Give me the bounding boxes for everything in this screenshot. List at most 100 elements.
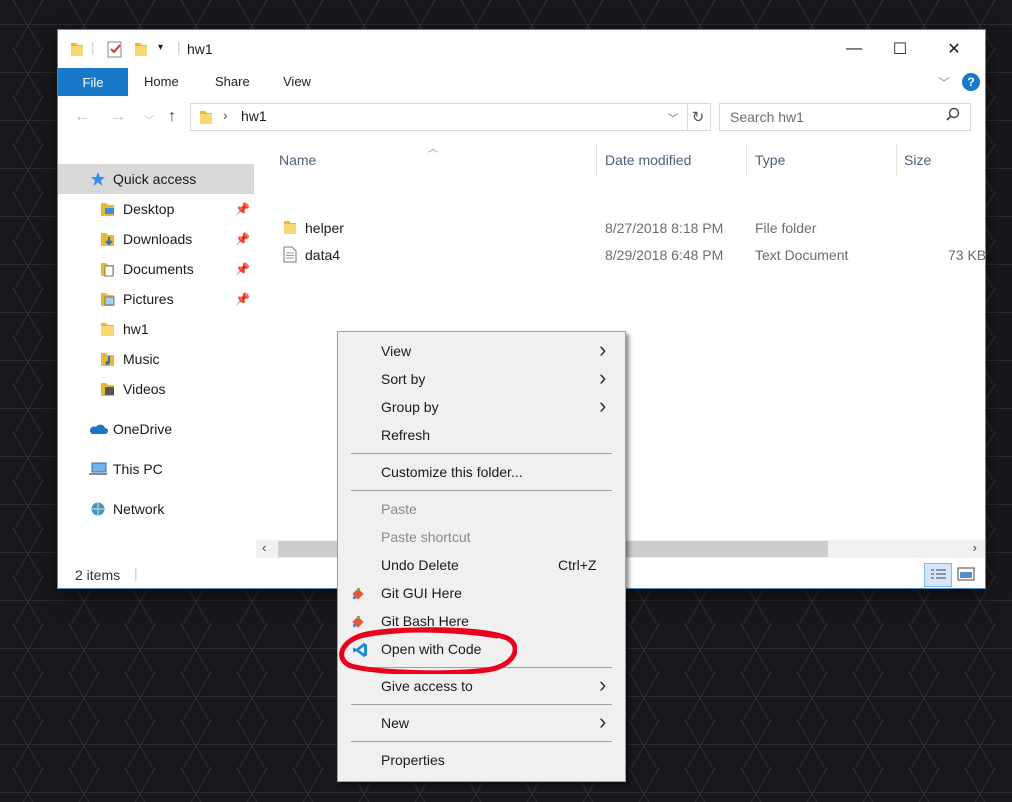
- submenu-arrow-icon: ›: [599, 337, 607, 362]
- menu-item-view[interactable]: View ›: [338, 338, 625, 366]
- file-date: 8/29/2018 6:48 PM: [605, 247, 724, 263]
- expand-ribbon-icon[interactable]: ﹀: [938, 74, 950, 91]
- sidebar-item-videos[interactable]: Videos: [58, 374, 254, 404]
- folder-icon: [70, 41, 84, 60]
- minimize-button[interactable]: —: [831, 30, 877, 68]
- menu-item-customize[interactable]: Customize this folder...: [338, 459, 625, 487]
- search-icon[interactable]: [946, 107, 960, 124]
- sidebar-item-onedrive[interactable]: OneDrive: [58, 414, 254, 444]
- quick-access-dropdown-icon[interactable]: ▾: [158, 42, 163, 53]
- up-arrow-icon[interactable]: ↑: [168, 108, 176, 126]
- pin-icon[interactable]: 📌: [235, 292, 250, 306]
- sidebar-item-desktop[interactable]: Desktop 📌: [58, 194, 254, 224]
- title-bar[interactable]: | ▾ | hw1 — ☐ ✕: [58, 30, 985, 68]
- sidebar-item-hw1[interactable]: hw1: [58, 314, 254, 344]
- menu-item-label: Sort by: [381, 371, 426, 387]
- scroll-right-icon[interactable]: ›: [973, 540, 977, 555]
- maximize-button[interactable]: ☐: [877, 30, 923, 68]
- sidebar-item-pictures[interactable]: Pictures 📌: [58, 284, 254, 314]
- large-icons-view-icon: [957, 567, 975, 581]
- sidebar-item-label: Quick access: [113, 171, 197, 187]
- separator: |: [91, 39, 95, 55]
- breadcrumb-hw1[interactable]: hw1: [241, 108, 267, 124]
- separator: |: [177, 39, 181, 55]
- breadcrumb-chevron-icon[interactable]: ›: [223, 107, 228, 123]
- menu-separator: [351, 741, 612, 742]
- forward-arrow-icon[interactable]: →: [110, 108, 126, 126]
- sidebar-item-documents[interactable]: Documents 📌: [58, 254, 254, 284]
- context-menu: View › Sort by › Group by › Refresh Customi…: [337, 331, 626, 782]
- column-divider[interactable]: [896, 143, 897, 177]
- scroll-left-icon[interactable]: ‹: [262, 540, 266, 555]
- address-bar[interactable]: › hw1 ﹀: [190, 103, 688, 131]
- menu-item-properties[interactable]: Properties: [338, 747, 625, 775]
- tab-file[interactable]: File: [58, 68, 128, 96]
- column-header-size[interactable]: Size: [904, 152, 931, 168]
- sidebar-item-label: Documents: [123, 261, 194, 277]
- address-dropdown-icon[interactable]: ﹀: [668, 110, 678, 125]
- tab-home[interactable]: Home: [144, 74, 179, 89]
- menu-separator: [351, 490, 612, 491]
- pin-icon[interactable]: 📌: [235, 202, 250, 216]
- sidebar-item-network[interactable]: Network: [58, 494, 254, 524]
- folder-icon: [199, 109, 213, 128]
- menu-item-refresh[interactable]: Refresh: [338, 422, 625, 450]
- maximize-icon: ☐: [892, 41, 908, 58]
- sidebar-item-this-pc[interactable]: This PC: [58, 454, 254, 484]
- column-divider[interactable]: [596, 143, 597, 177]
- folder-icon: [283, 219, 297, 238]
- pin-icon[interactable]: 📌: [235, 232, 250, 246]
- sort-ascending-icon: ︿: [428, 144, 438, 155]
- pictures-folder-icon: [100, 291, 116, 307]
- menu-item-sort-by[interactable]: Sort by ›: [338, 366, 625, 394]
- menu-item-new[interactable]: New ›: [338, 710, 625, 738]
- menu-item-give-access[interactable]: Give access to ›: [338, 673, 625, 701]
- new-folder-icon[interactable]: [134, 41, 148, 60]
- menu-item-undo-delete[interactable]: Undo Delete Ctrl+Z: [338, 552, 625, 580]
- column-divider[interactable]: [746, 143, 747, 177]
- submenu-arrow-icon: ›: [599, 365, 607, 390]
- tab-share[interactable]: Share: [215, 74, 250, 89]
- menu-item-label: View: [381, 343, 412, 359]
- column-header-date[interactable]: Date modified: [605, 152, 691, 168]
- menu-item-paste[interactable]: Paste: [338, 496, 625, 524]
- menu-item-paste-shortcut[interactable]: Paste shortcut: [338, 524, 625, 552]
- column-header-name[interactable]: Name: [279, 152, 316, 168]
- table-row[interactable]: helper 8/27/2018 8:18 PM File folder: [256, 216, 985, 243]
- sidebar-item-downloads[interactable]: Downloads 📌: [58, 224, 254, 254]
- menu-item-group-by[interactable]: Group by ›: [338, 394, 625, 422]
- refresh-button[interactable]: ↻: [686, 103, 711, 131]
- help-button[interactable]: ?: [962, 73, 980, 91]
- sidebar-item-label: This PC: [113, 461, 163, 477]
- search-box[interactable]: Search hw1: [719, 103, 971, 131]
- menu-item-label: New: [381, 715, 410, 731]
- refresh-icon: ↻: [691, 109, 705, 126]
- menu-item-label: Git GUI Here: [381, 585, 462, 601]
- sidebar-item-quick-access[interactable]: Quick access: [58, 164, 254, 194]
- menu-item-label: Give access to: [381, 678, 473, 694]
- menu-item-label: Refresh: [381, 427, 431, 443]
- back-arrow-icon[interactable]: ←: [74, 108, 90, 126]
- star-icon: [90, 171, 106, 187]
- properties-icon[interactable]: [107, 40, 123, 61]
- sidebar-item-label: Network: [113, 501, 165, 517]
- tab-view[interactable]: View: [283, 74, 311, 89]
- details-view-button[interactable]: [924, 563, 952, 587]
- large-icons-view-button[interactable]: [954, 563, 978, 585]
- menu-item-git-gui[interactable]: Git GUI Here: [338, 580, 625, 608]
- search-input[interactable]: Search hw1: [730, 109, 804, 125]
- table-row[interactable]: data4 8/29/2018 6:48 PM Text Document 73…: [256, 243, 985, 270]
- close-icon: ✕: [947, 41, 961, 58]
- videos-folder-icon: [100, 381, 116, 397]
- details-view-icon: [931, 569, 946, 579]
- minimize-icon: —: [846, 40, 862, 57]
- menu-item-label: Customize this folder...: [381, 464, 523, 480]
- menu-separator: [351, 704, 612, 705]
- submenu-arrow-icon: ›: [599, 393, 607, 418]
- sidebar-item-music[interactable]: Music: [58, 344, 254, 374]
- pin-icon[interactable]: 📌: [235, 262, 250, 276]
- recent-locations-icon[interactable]: ﹀: [144, 112, 154, 127]
- menu-item-label: Paste shortcut: [381, 529, 471, 545]
- close-button[interactable]: ✕: [931, 30, 977, 68]
- column-header-type[interactable]: Type: [755, 152, 785, 168]
